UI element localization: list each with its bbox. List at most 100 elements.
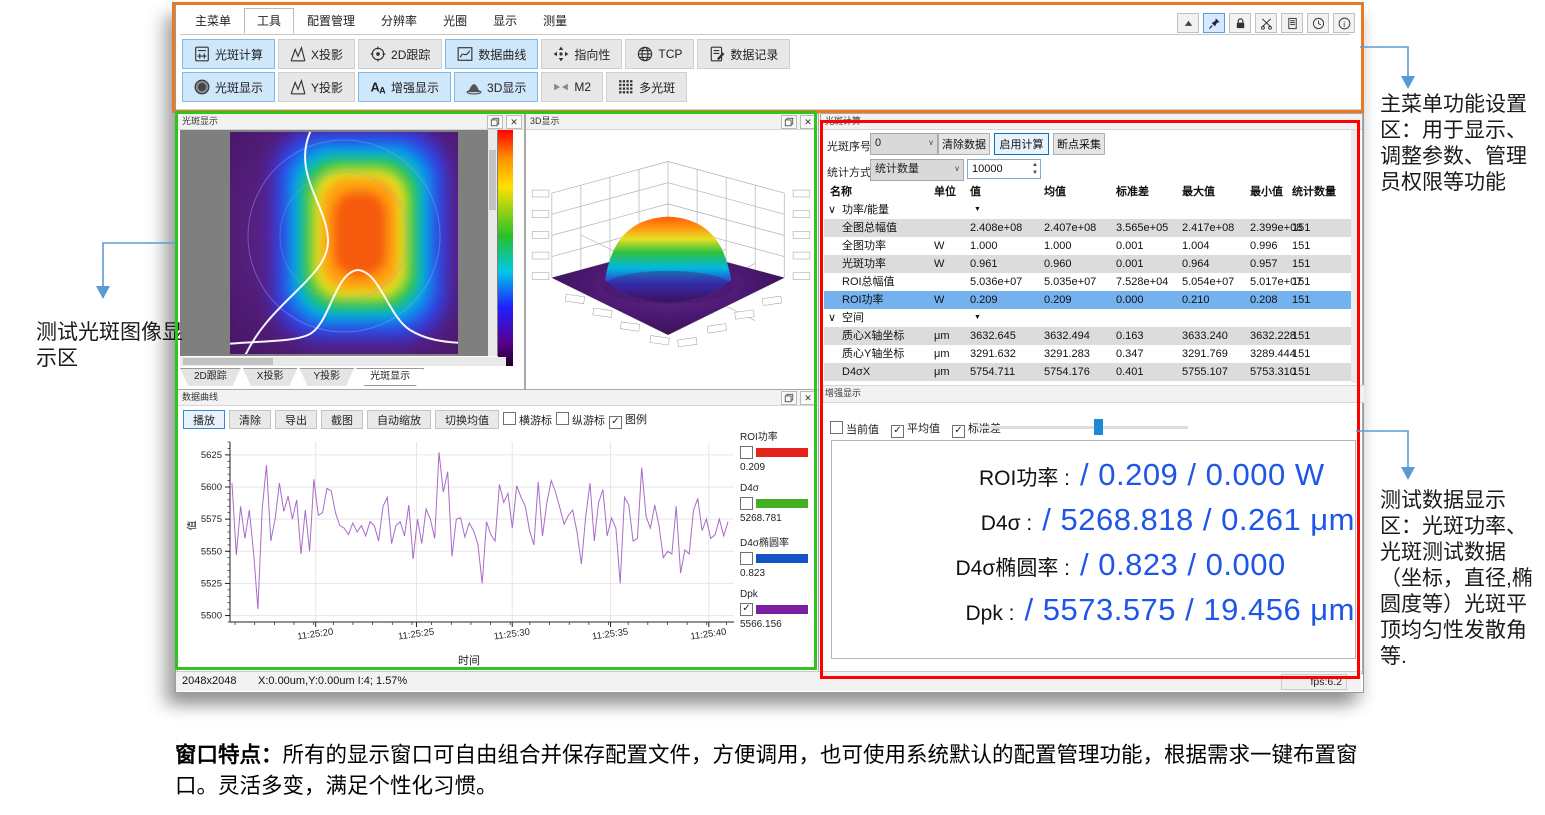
legend-checkbox[interactable] [740, 552, 753, 565]
table-row-ROI功率[interactable]: ROI功率W0.2090.2090.0000.2100.208151 [824, 291, 1356, 309]
chevron-down-icon: ∨ [928, 134, 934, 152]
table-group-row-空间[interactable]: ∨空间▼ [824, 309, 1356, 327]
legend-checkbox[interactable]: ✓ [740, 603, 753, 616]
table-row-光斑功率[interactable]: 光斑功率W0.9610.9600.0010.9640.957151 [824, 255, 1356, 273]
caption: 窗口特点：所有的显示窗口可自由组合并保存配置文件，方便调用，也可使用系统默认的配… [175, 740, 1395, 802]
table-row-质心X轴坐标[interactable]: 质心X轴坐标μm3632.6453632.4940.1633633.240363… [824, 327, 1356, 345]
close-icon[interactable]: ✕ [800, 391, 816, 405]
tool-button-2D跟踪[interactable]: 2D跟踪 [358, 39, 442, 69]
document-icon[interactable] [1281, 13, 1303, 33]
table-header-cell[interactable]: 最大值 [1182, 183, 1215, 201]
enhance-checkbox-平均值[interactable]: ✓平均值 [891, 419, 940, 438]
tool-button-光斑计算[interactable]: 光斑计算 [182, 39, 275, 69]
menu-tab-光圈[interactable]: 光圈 [430, 8, 480, 34]
tool-button-数据记录[interactable]: 数据记录 [697, 39, 790, 69]
table-header-cell[interactable]: 值 [970, 183, 981, 201]
curve-button-播放[interactable]: 播放 [183, 410, 225, 429]
curve-button-自动缩放[interactable]: 自动缩放 [367, 410, 431, 429]
table-group-row-功率/能量[interactable]: ∨功率/能量▼ [824, 201, 1356, 219]
beam-image-viewport[interactable] [180, 130, 506, 356]
close-icon[interactable]: ✕ [800, 115, 816, 129]
cut-icon[interactable] [1255, 13, 1277, 33]
collapse-icon[interactable] [1177, 13, 1199, 33]
table-cell: 5753.310 [1250, 363, 1296, 381]
tool-button-指向性[interactable]: 指向性 [541, 39, 622, 69]
curve-button-截图[interactable]: 截图 [321, 410, 363, 429]
beam-tab-光斑显示[interactable]: 光斑显示 [356, 368, 424, 386]
tool-button-多光斑[interactable]: 多光斑 [606, 72, 687, 102]
curve-chart-area[interactable]: 55005525555055755600562511:25:2011:25:25… [184, 436, 740, 659]
table-row-ROI总幅值[interactable]: ROI总幅值5.036e+075.035e+077.528e+045.054e+… [824, 273, 1356, 291]
curve-checkbox-纵游标[interactable]: 纵游标 [556, 411, 605, 429]
pin-icon[interactable] [1203, 13, 1225, 33]
calc-table[interactable]: 名称 单位值 均值 标准差 最大值 最小值统计数量∨功率/能量▼全图总幅值2.408e+0… [824, 183, 1356, 383]
restore-icon[interactable] [487, 115, 503, 129]
menu-tab-分辨率[interactable]: 分辨率 [368, 8, 430, 34]
table-header-cell[interactable]: 名称 [830, 183, 852, 201]
calc-table-scrollbar[interactable] [1351, 130, 1358, 383]
caption-bold: 窗口特点： [175, 743, 283, 767]
curve-checkbox-横游标[interactable]: 横游标 [503, 411, 552, 429]
spinbox-arrows-icon[interactable]: ▲▼ [1032, 161, 1038, 177]
curve-button-清除[interactable]: 清除 [229, 410, 271, 429]
table-header-cell[interactable]: 最小值 [1250, 183, 1283, 201]
table-row-全图总幅值[interactable]: 全图总幅值2.408e+082.407e+083.565e+052.417e+0… [824, 219, 1356, 237]
restore-icon[interactable] [781, 391, 797, 405]
beam-vertical-scrollbar[interactable] [488, 130, 497, 356]
tool-button-数据曲线[interactable]: 数据曲线 [445, 39, 538, 69]
tool-button-X投影[interactable]: X投影 [278, 39, 355, 69]
beam-horizontal-scrollbar[interactable] [180, 357, 506, 366]
tool-button-增强显示[interactable]: AA增强显示 [358, 72, 451, 102]
tool-button-TCP[interactable]: TCP [625, 39, 694, 69]
menu-tab-测量[interactable]: 测量 [530, 8, 580, 34]
table-cell: 151 [1292, 237, 1310, 255]
enhance-checkbox-当前值[interactable]: 当前值 [830, 420, 879, 438]
beam-tab-Y投影[interactable]: Y投影 [299, 368, 354, 386]
enhance-slider-handle[interactable] [1094, 419, 1103, 435]
table-row-质心Y轴坐标[interactable]: 质心Y轴坐标μm3291.6323291.2830.3473291.769328… [824, 345, 1356, 363]
table-header-cell[interactable]: 标准差 [1116, 183, 1149, 201]
stat-mode-combobox[interactable]: 统计数量∨ [870, 159, 964, 181]
curve-button-导出[interactable]: 导出 [275, 410, 317, 429]
table-header-cell[interactable]: 单位 [934, 183, 956, 201]
menu-tab-主菜单[interactable]: 主菜单 [182, 8, 244, 34]
tool-button-3D显示[interactable]: 3D显示 [454, 72, 538, 102]
history-icon[interactable] [1307, 13, 1329, 33]
calc-button-断点采集[interactable]: 断点采集 [1053, 133, 1105, 155]
menu-tab-配置管理[interactable]: 配置管理 [294, 8, 368, 34]
legend-name: ROI功率 [740, 428, 814, 443]
table-row-全图功率[interactable]: 全图功率W1.0001.0000.0011.0040.996151 [824, 237, 1356, 255]
curve-button-切换均值[interactable]: 切换均值 [435, 410, 499, 429]
calc-button-启用计算[interactable]: 启用计算 [994, 133, 1049, 155]
info-icon[interactable]: i [1333, 13, 1355, 33]
svg-text:11:25:40: 11:25:40 [690, 627, 727, 643]
beam-tab-2D跟踪[interactable]: 2D跟踪 [180, 368, 241, 386]
lock-icon[interactable] [1229, 13, 1251, 33]
close-icon[interactable]: ✕ [506, 115, 522, 129]
table-cell: 质心Y轴坐标 [842, 345, 904, 363]
tool-button-光斑显示[interactable]: 光斑显示 [182, 72, 275, 102]
beam-hscroll-thumb[interactable] [183, 358, 273, 365]
restore-icon[interactable] [781, 115, 797, 129]
table-cell: 3291.632 [970, 345, 1016, 363]
enhance-slider-track[interactable] [976, 426, 1188, 429]
menu-tab-工具[interactable]: 工具 [244, 8, 294, 34]
stat-count-spinbox[interactable]: 10000 ▲▼ [967, 159, 1041, 179]
beam-2d-image[interactable] [230, 132, 458, 354]
menu-tab-显示[interactable]: 显示 [480, 8, 530, 34]
tool-button-M2[interactable]: M2 [541, 72, 603, 102]
beam-tab-X投影[interactable]: X投影 [243, 368, 298, 386]
spot-index-combobox[interactable]: 0∨ [870, 133, 938, 155]
beam-vscroll-thumb[interactable] [489, 150, 496, 210]
caption-text: 所有的显示窗口可自由组合并保存配置文件，方便调用，也可使用系统默认的配置管理功能… [175, 743, 1358, 798]
table-cell: D4σX [842, 363, 870, 381]
table-row-D4σX[interactable]: D4σXμm5754.7115754.1760.4015755.1075753.… [824, 363, 1356, 381]
curve-checkbox-图例[interactable]: ✓图例 [609, 410, 647, 429]
legend-checkbox[interactable] [740, 446, 753, 459]
legend-checkbox[interactable] [740, 497, 753, 510]
table-header-cell[interactable]: 均值 [1044, 183, 1066, 201]
calc-button-清除数据[interactable]: 清除数据 [938, 133, 990, 155]
table-header-cell[interactable]: 统计数量 [1292, 183, 1336, 201]
tool-button-Y投影[interactable]: Y投影 [278, 72, 355, 102]
threed-surface-plot[interactable] [526, 130, 816, 388]
